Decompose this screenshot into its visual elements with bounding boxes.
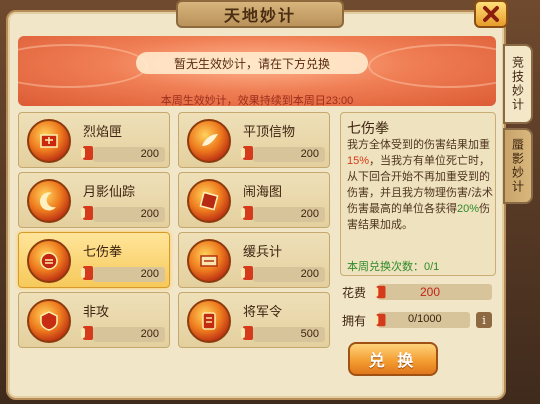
scroll-currency-icon	[81, 146, 93, 160]
plan-item-name: 闹海图	[243, 184, 283, 199]
scroll-currency-icon	[374, 313, 386, 327]
cost-value: 200	[420, 285, 441, 299]
fist-icon	[27, 239, 71, 283]
plan-item-name: 缓兵计	[243, 244, 283, 259]
plan-item[interactable]: 将军令 500	[178, 292, 330, 348]
plan-item-selected[interactable]: 七伤拳 200	[18, 232, 170, 288]
scroll-currency-icon	[81, 206, 93, 220]
moon-shadow-icon	[27, 179, 71, 223]
plan-item-cost-bar: 200	[253, 267, 325, 282]
close-icon	[483, 6, 499, 22]
plan-item-cost: 200	[300, 208, 319, 220]
plan-item-cost: 200	[300, 268, 319, 280]
plan-item-name: 七伤拳	[83, 244, 123, 259]
plan-item[interactable]: 烈焰匣 200	[18, 112, 170, 168]
plan-item-cost-bar: 200	[93, 267, 165, 282]
plan-item-cost-bar: 200	[253, 147, 325, 162]
plan-item-cost-bar: 500	[253, 327, 325, 342]
info-button[interactable]: i	[476, 312, 492, 328]
window-title-text: 天地妙计	[223, 8, 296, 25]
scroll-currency-icon	[241, 146, 253, 160]
banner-notice: 暂无生效妙计，请在下方兑换	[136, 52, 368, 74]
plan-item-cost: 200	[140, 208, 159, 220]
plan-item-grid: 烈焰匣 200 平顶信物 200 月影仙踪 200 闹海图 200 七伤拳 20…	[18, 112, 336, 386]
cost-label: 花费	[342, 286, 367, 300]
banner-cloud-decoration	[368, 44, 496, 88]
plan-item-cost: 200	[140, 328, 159, 340]
detail-highlight-percent: 20%	[457, 203, 480, 215]
banner-effect-text: 本周生效妙计，效果持续到本周日23:00	[160, 95, 354, 107]
plan-item-cost-bar: 200	[93, 147, 165, 162]
plan-item[interactable]: 月影仙踪 200	[18, 172, 170, 228]
plan-item[interactable]: 闹海图 200	[178, 172, 330, 228]
plan-item-cost-bar: 200	[253, 207, 325, 222]
close-button[interactable]	[474, 0, 508, 28]
plan-item-name: 平顶信物	[243, 124, 296, 139]
scroll-currency-icon	[374, 285, 386, 299]
scroll-currency-icon	[81, 266, 93, 280]
shield-pact-icon	[27, 299, 71, 343]
fire-box-icon	[27, 119, 71, 163]
plan-item-cost: 500	[300, 328, 319, 340]
plan-detail-panel: 七伤拳 我方全体受到的伤害结果加重15%，当我方有单位死亡时，从下回合开始不再加…	[340, 112, 496, 276]
plan-item[interactable]: 非攻 200	[18, 292, 170, 348]
weekly-exchange-count: 本周兑换次数：0/1	[347, 261, 440, 273]
plan-item-name: 非攻	[83, 304, 110, 319]
plan-item-name: 将军令	[243, 304, 283, 319]
detail-description: 我方全体受到的伤害结果加重15%，当我方有单位死亡时，从下回合开始不再加重受到的…	[347, 137, 495, 233]
feather-token-icon	[187, 119, 231, 163]
scroll-currency-icon	[241, 326, 253, 340]
detail-desc-part: 我方全体受到的伤害结果加重	[347, 139, 490, 151]
general-order-icon	[187, 299, 231, 343]
plan-item[interactable]: 缓兵计 200	[178, 232, 330, 288]
own-label: 拥有	[342, 314, 367, 328]
sea-map-icon	[187, 179, 231, 223]
plan-item-cost: 200	[140, 268, 159, 280]
plan-item-cost: 200	[300, 148, 319, 160]
detail-title: 七伤拳	[347, 120, 389, 136]
exchange-button[interactable]: 兑 换	[348, 342, 438, 376]
plan-item[interactable]: 平顶信物 200	[178, 112, 330, 168]
tab-mirage-plan[interactable]: 蜃影妙计	[503, 128, 533, 204]
scroll-currency-icon	[241, 266, 253, 280]
plan-item-cost-bar: 200	[93, 327, 165, 342]
plan-item-name: 烈焰匣	[83, 124, 123, 139]
own-value: 0/1000	[408, 313, 442, 325]
banner-cloud-decoration	[18, 44, 148, 88]
scroll-currency-icon	[241, 206, 253, 220]
window-title: 天地妙计	[176, 0, 344, 28]
plan-item-cost: 200	[140, 148, 159, 160]
scroll-plan-icon	[187, 239, 231, 283]
plan-item-cost-bar: 200	[93, 207, 165, 222]
scroll-currency-icon	[81, 326, 93, 340]
plan-item-name: 月影仙踪	[83, 184, 136, 199]
detail-highlight-percent: 15%	[347, 155, 370, 167]
tab-arena-plan[interactable]: 竞技妙计	[503, 44, 533, 124]
